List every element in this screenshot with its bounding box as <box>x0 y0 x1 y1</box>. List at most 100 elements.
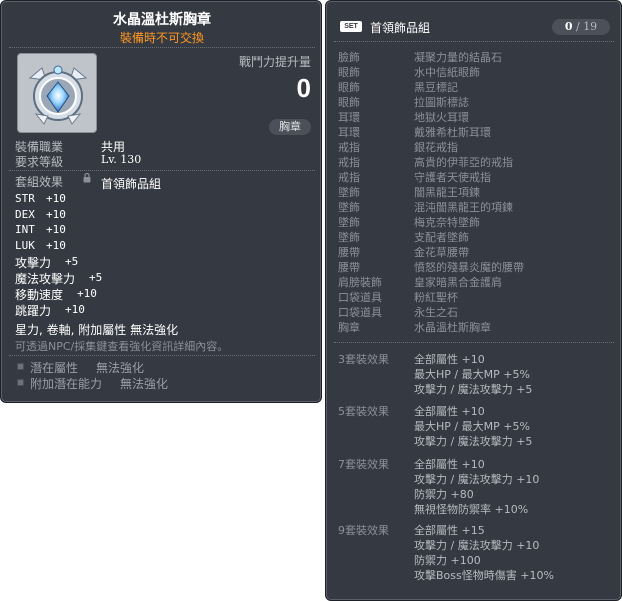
set-bonus-line: 防禦力 +100 <box>414 554 481 567</box>
set-bonus-line: 全部屬性 +10 <box>414 405 485 418</box>
set-piece-name: 皇家暗黑合金護肩 <box>414 276 502 289</box>
stat-name: LUK <box>15 239 35 252</box>
set-bonus-tier: 5套裝效果 <box>338 405 389 418</box>
stat-value: +10 <box>46 239 66 252</box>
potential-bullet-icon <box>17 363 24 370</box>
set-piece-slot: 腰帶 <box>338 261 360 274</box>
set-bonus-tier: 7套裝效果 <box>338 458 389 471</box>
stat-value: +10 <box>46 223 66 236</box>
set-piece-slot: 墜飾 <box>338 216 360 229</box>
set-piece-slot: 戒指 <box>338 156 360 169</box>
set-info-panel: SET 首領飾品組 0 / 19 臉飾 凝聚力量的結晶石 眼飾 水中信紙眼飾 眼飾 黑豆標… <box>325 0 622 601</box>
set-bonus-line: 全部屬性 +15 <box>414 524 485 537</box>
set-owned-count: 0 <box>564 20 573 33</box>
set-bonus-tier: 3套裝效果 <box>338 353 389 366</box>
set-piece-name: 戴雅希杜斯耳環 <box>414 126 491 139</box>
set-piece-slot: 墜飾 <box>338 201 360 214</box>
lock-icon <box>83 173 91 183</box>
set-piece-name: 拉圖斯標誌 <box>414 96 469 109</box>
set-tag-icon: SET <box>340 21 362 32</box>
set-piece-slot: 眼飾 <box>338 81 360 94</box>
set-piece-slot: 戒指 <box>338 141 360 154</box>
item-icon-frame <box>17 53 97 133</box>
set-piece-slot: 肩膀裝飾 <box>338 276 382 289</box>
set-piece-slot: 臉飾 <box>338 51 360 64</box>
potential-bullet-icon <box>17 379 24 386</box>
set-bonus-line: 最大HP / 最大MP +5% <box>414 420 530 433</box>
slot-type-badge: 胸章 <box>269 119 311 135</box>
bonus-potential-value: 無法強化 <box>120 377 169 391</box>
crystal-badge-icon <box>28 65 88 125</box>
set-piece-name: 水晶溫杜斯胸章 <box>414 321 491 334</box>
power-value: 0 <box>296 73 311 103</box>
set-piece-name: 混沌闇黑龍王的項鍊 <box>414 201 513 214</box>
set-bonus-line: 最大HP / 最大MP +5% <box>414 368 530 381</box>
stat-value: +5 <box>89 271 103 284</box>
divider <box>9 47 315 48</box>
set-total-count: 19 <box>583 20 598 33</box>
set-bonus-tier: 9套裝效果 <box>338 524 389 537</box>
set-piece-slot: 腰帶 <box>338 246 360 259</box>
item-tooltip: 水晶溫杜斯胸章 裝備時不可交換 戰鬥力提升量 0 胸章 裝備職業 共用 要求等級 <box>0 0 322 403</box>
potential-value: 無法強化 <box>96 361 145 375</box>
divider <box>334 342 614 343</box>
set-count-separator: / <box>575 20 580 33</box>
set-piece-name: 高貴的伊菲亞的戒指 <box>414 156 513 169</box>
stat-value: +10 <box>77 287 97 300</box>
level-value: Lv. 130 <box>101 153 142 166</box>
potential-label: 潛在屬性 <box>30 361 79 375</box>
stat-value: +5 <box>65 255 79 268</box>
stat-name: 魔法攻擊力 <box>15 272 76 286</box>
set-name: 首領飾品組 <box>370 21 431 35</box>
set-piece-slot: 耳環 <box>338 111 360 124</box>
set-piece-slot: 耳環 <box>338 126 360 139</box>
bonus-potential-label: 附加潛在能力 <box>30 377 103 391</box>
set-piece-name: 水中信紙眼飾 <box>414 66 480 79</box>
set-piece-slot: 墜飾 <box>338 231 360 244</box>
level-label: 要求等級 <box>15 155 64 169</box>
set-piece-name: 銀花戒指 <box>414 141 458 154</box>
stat-name: DEX <box>15 208 35 221</box>
set-piece-slot: 眼飾 <box>338 96 360 109</box>
set-piece-name: 支配者墜飾 <box>414 231 469 244</box>
stat-value: +10 <box>65 303 85 316</box>
set-piece-name: 憤怒的殘暴炎魔的腰帶 <box>414 261 524 274</box>
set-piece-name: 地獄火耳環 <box>414 111 469 124</box>
set-piece-slot: 口袋道具 <box>338 306 382 319</box>
stat-name: 跳躍力 <box>15 304 52 318</box>
divider <box>9 170 315 171</box>
stat-name: INT <box>15 223 35 236</box>
enhance-hint: 可透過NPC/採集鍵查看強化資訊詳細內容。 <box>15 340 229 353</box>
set-bonus-line: 全部屬性 +10 <box>414 353 485 366</box>
stat-value: +10 <box>46 208 66 221</box>
set-bonus-line: 攻擊力 / 魔法攻擊力 +5 <box>414 383 533 396</box>
set-piece-name: 金花草腰帶 <box>414 246 469 259</box>
set-count-badge: 0 / 19 <box>552 19 610 35</box>
set-bonus-line: 攻擊Boss怪物時傷害 +10% <box>414 569 554 582</box>
set-piece-slot: 口袋道具 <box>338 291 382 304</box>
divider <box>334 41 614 42</box>
set-piece-slot: 墜飾 <box>338 186 360 199</box>
set-bonus-line: 全部屬性 +10 <box>414 458 485 471</box>
set-bonus-line: 攻擊力 / 魔法攻擊力 +10 <box>414 539 540 552</box>
set-piece-slot: 胸章 <box>338 321 360 334</box>
set-piece-name: 守護者天使戒指 <box>414 171 491 184</box>
set-piece-name: 黑豆標記 <box>414 81 458 94</box>
set-bonus-line: 攻擊力 / 魔法攻擊力 +5 <box>414 435 533 448</box>
set-bonus-line: 攻擊力 / 魔法攻擊力 +10 <box>414 473 540 486</box>
set-bonus-line: 無視怪物防禦率 +10% <box>414 503 529 516</box>
set-effect-value: 首領飾品組 <box>101 177 162 191</box>
stat-value: +10 <box>46 192 66 205</box>
power-label: 戰鬥力提升量 <box>238 55 311 69</box>
set-piece-name: 粉紅聖杯 <box>414 291 458 304</box>
divider <box>9 355 315 356</box>
set-effect-label: 套組效果 <box>15 175 64 189</box>
stat-name: 移動速度 <box>15 288 64 302</box>
set-piece-name: 凝聚力量的結晶石 <box>414 51 502 64</box>
set-piece-slot: 眼飾 <box>338 66 360 79</box>
trade-notice: 裝備時不可交換 <box>119 31 204 45</box>
enhance-note: 星力, 卷軸, 附加屬性 無法強化 <box>15 323 179 337</box>
stat-name: STR <box>15 192 35 205</box>
stat-name: 攻擊力 <box>15 256 52 270</box>
set-bonus-line: 防禦力 +80 <box>414 488 474 501</box>
